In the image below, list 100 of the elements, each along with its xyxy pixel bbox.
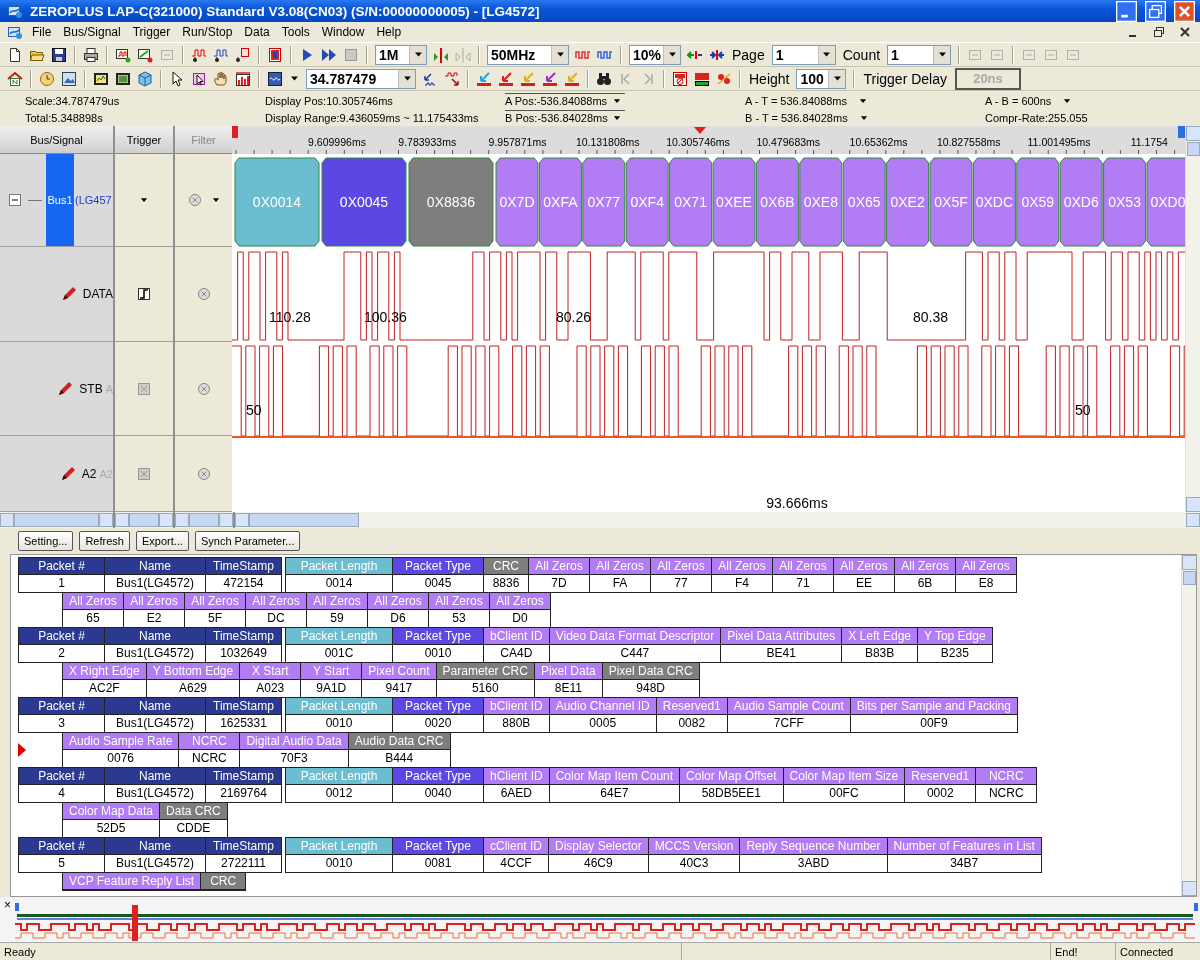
dropdown-arrow-icon[interactable] <box>821 49 833 60</box>
menu-item[interactable]: Run/Stop <box>176 25 239 39</box>
signal-name[interactable]: A2 <box>81 466 97 481</box>
memory-icon[interactable] <box>267 46 283 63</box>
toolbar-button[interactable]: Refresh <box>79 531 130 551</box>
marker-icon[interactable] <box>433 46 449 63</box>
hand-icon[interactable] <box>213 70 229 87</box>
trigger-icon[interactable] <box>235 46 251 63</box>
column-header: Color Map Item Count <box>549 768 680 785</box>
dropdown-arrow-icon[interactable] <box>401 73 413 84</box>
menu-item[interactable]: Data <box>238 25 276 39</box>
cursor-bar-icon[interactable] <box>564 70 580 87</box>
column-header: Filter <box>175 126 232 154</box>
table-cell-text: Bus1(LG4572) <box>114 785 195 802</box>
filter-off-icon[interactable] <box>186 192 203 208</box>
height-dropdown[interactable]: 100 <box>796 68 847 89</box>
vertical-scrollbar[interactable] <box>1185 126 1200 512</box>
toolbar-button[interactable]: Setting... <box>18 531 74 551</box>
page-dropdown[interactable]: 1 <box>771 44 836 65</box>
signal-name[interactable]: STB <box>79 381 103 396</box>
run-repeat-icon[interactable] <box>321 46 337 63</box>
vertical-scrollbar[interactable] <box>1181 555 1196 896</box>
filter-off-icon[interactable] <box>195 286 212 302</box>
binoculars-icon[interactable] <box>596 70 612 87</box>
bus-value-block: 0X59 <box>1016 157 1060 247</box>
menu-item[interactable]: Bus/Signal <box>57 25 127 39</box>
scale-dropdown[interactable]: 34.787479 <box>306 68 416 89</box>
decode-icon[interactable] <box>672 70 688 87</box>
restore-button[interactable] <box>1145 0 1166 22</box>
display-range-readout: Display Range:9.436059ms ~ 11.175433ms <box>265 110 480 125</box>
a-position-dropdown[interactable]: A Pos:-536.84088ms <box>505 93 625 108</box>
close-button[interactable]: × <box>0 897 15 913</box>
toolbar-button[interactable]: Synch Parameter... <box>194 531 301 551</box>
chart-icon[interactable] <box>235 70 251 87</box>
minimize-button[interactable] <box>1116 0 1137 22</box>
dropdown-arrow-icon[interactable] <box>831 73 843 84</box>
waveform-view-icon[interactable] <box>267 70 283 87</box>
horizontal-scrollbar[interactable] <box>0 512 113 528</box>
column-header: Packet Length <box>286 838 392 855</box>
menu-item[interactable]: Help <box>370 25 408 39</box>
table-cell-text: 4 <box>57 785 66 802</box>
picture-icon[interactable] <box>61 70 77 87</box>
rising-edge-icon[interactable] <box>136 286 152 302</box>
print-icon[interactable] <box>83 46 99 63</box>
trigger-icon[interactable] <box>213 46 229 63</box>
trigger-position-dropdown[interactable]: 10% <box>629 44 681 65</box>
time-tick-label: 10.65362ms <box>849 136 908 148</box>
filter-off-icon[interactable] <box>195 465 212 482</box>
dropdown-arrow-icon[interactable] <box>289 73 300 84</box>
swap-icon[interactable] <box>716 70 732 87</box>
signal-name[interactable]: DATA <box>82 287 113 301</box>
select-icon[interactable] <box>191 70 207 87</box>
collapse-icon[interactable] <box>7 192 23 208</box>
restore-button[interactable] <box>1151 24 1167 40</box>
table-cell-text: 0040 <box>423 785 453 802</box>
b-position-dropdown[interactable]: B Pos:-536.84028ms <box>505 110 625 125</box>
a-cursor-marker-icon[interactable] <box>232 126 238 138</box>
dropdown-arrow-icon[interactable] <box>554 49 566 60</box>
cursor-bar-icon[interactable] <box>542 70 558 87</box>
horizontal-scrollbar[interactable] <box>175 512 233 528</box>
jump-icon[interactable] <box>422 70 438 87</box>
capture-icon[interactable] <box>137 46 153 63</box>
column-header: X Left Edge <box>842 628 917 645</box>
menu-item[interactable]: Trigger <box>126 25 177 39</box>
menu-item[interactable]: Window <box>315 25 371 39</box>
table-cell-text: B444 <box>384 750 415 767</box>
dropdown-arrow-icon[interactable] <box>412 49 424 60</box>
marker-icon[interactable] <box>455 46 471 63</box>
sample-depth-dropdown[interactable]: 1M <box>375 44 427 65</box>
home-icon[interactable] <box>7 70 23 87</box>
sample-clock-dropdown[interactable]: 50MHz <box>487 44 569 65</box>
save-icon[interactable] <box>51 46 67 63</box>
filter-off-icon[interactable] <box>195 380 212 397</box>
b-cursor-marker-icon[interactable] <box>1178 126 1185 138</box>
table-cell-text: 0076 <box>106 750 136 767</box>
cursor-bar-icon[interactable] <box>498 70 514 87</box>
cube-icon[interactable] <box>137 70 153 87</box>
jump-icon[interactable] <box>444 70 460 87</box>
new-file-icon[interactable] <box>7 46 23 63</box>
capture-icon[interactable] <box>115 46 131 63</box>
horizontal-scrollbar[interactable] <box>235 512 1200 528</box>
trigger-icon[interactable] <box>191 46 207 63</box>
horizontal-scrollbar[interactable] <box>115 512 173 528</box>
trigger-marker-icon[interactable] <box>694 127 706 134</box>
bus-icon[interactable] <box>694 70 710 87</box>
dropdown-arrow-icon[interactable] <box>666 49 678 60</box>
window-icon[interactable] <box>115 70 131 87</box>
cursor-bar-icon[interactable] <box>520 70 536 87</box>
pointer-icon[interactable] <box>169 70 185 87</box>
table-cell-text: 71 <box>795 575 811 592</box>
count-dropdown[interactable]: 1 <box>887 44 952 65</box>
toolbar-button[interactable]: Export... <box>135 531 189 551</box>
window-icon[interactable] <box>93 70 109 87</box>
bus-name[interactable]: Bus1 <box>46 154 74 246</box>
cursor-bar-icon[interactable] <box>476 70 492 87</box>
bus-value-block: 0X71 <box>669 157 713 247</box>
menu-item[interactable]: File <box>26 25 58 39</box>
clock-icon[interactable] <box>39 70 55 87</box>
menu-item[interactable]: Tools <box>275 25 316 39</box>
dropdown-arrow-icon[interactable] <box>936 49 948 60</box>
